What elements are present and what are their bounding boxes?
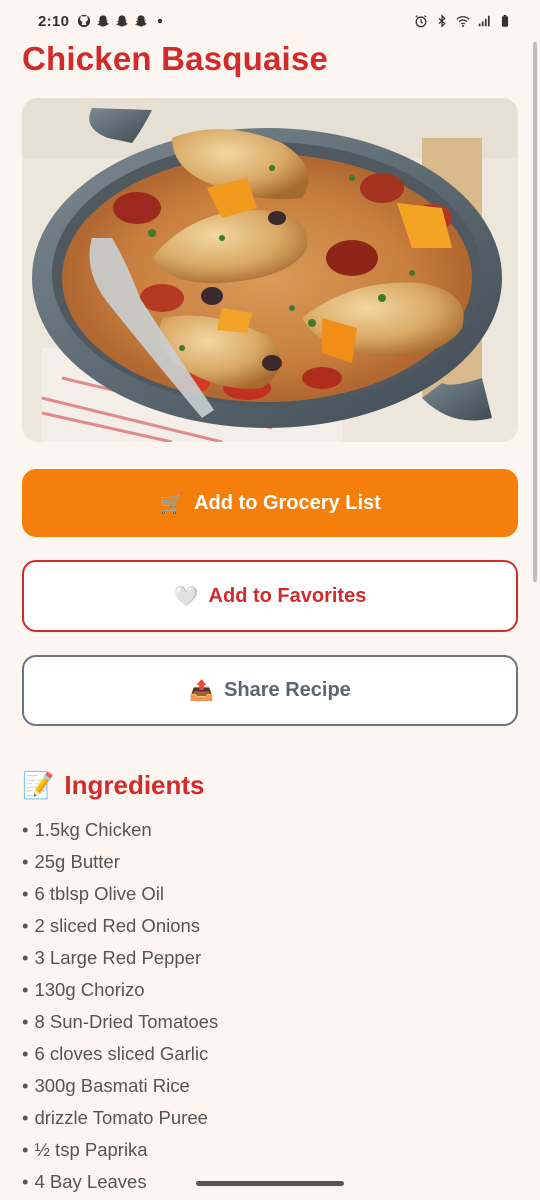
github-icon [77,14,91,28]
bullet-icon: • [22,1075,29,1096]
ingredient-text: 1.5kg Chicken [34,819,152,840]
bullet-icon: • [22,1011,29,1032]
scrollbar[interactable] [533,42,537,582]
ingredient-text: 300g Basmati Rice [34,1075,190,1096]
alarm-icon [414,14,428,28]
bullet-icon: • [22,819,29,840]
ingredient-text: 3 Large Red Pepper [34,947,202,968]
share-icon: 📤 [189,680,215,702]
page-title: Chicken Basquaise [22,40,329,77]
list-item: • drizzle Tomato Puree [22,1102,218,1134]
snapchat-icon [115,14,129,28]
ingredient-text: 130g Chorizo [34,979,145,1000]
battery-icon [498,14,512,28]
status-time: 2:10 [38,12,70,30]
ingredient-text: 25g Butter [34,851,120,872]
share-recipe-button[interactable]: 📤 Share Recipe [22,655,518,726]
ingredients-heading-label: Ingredients [64,770,205,800]
bullet-icon: • [22,883,29,904]
ingredient-text: drizzle Tomato Puree [34,1107,208,1128]
ingredient-text: 2 sliced Red Onions [34,915,201,936]
add-to-grocery-list-button[interactable]: 🛒 Add to Grocery List [22,469,518,537]
dot-icon [153,14,167,28]
list-item: • ½ tsp Paprika [22,1134,218,1166]
ingredients-heading: 📝 Ingredients [22,770,205,801]
bullet-icon: • [22,915,29,936]
list-item: • 300g Basmati Rice [22,1070,218,1102]
ingredient-text: ½ tsp Paprika [34,1139,148,1160]
add-to-grocery-list-label: Add to Grocery List [194,491,381,514]
recipe-screen: 2:10 Chicken Basquaise 🛒 Add to Grocery … [0,0,540,1200]
signal-icon [477,14,491,28]
list-item: • 1.5kg Chicken [22,814,218,846]
bullet-icon: • [22,1107,29,1128]
wifi-icon [456,14,470,28]
bluetooth-icon [435,14,449,28]
ingredient-text: 4 Bay Leaves [34,1171,147,1192]
ingredient-text: 6 cloves sliced Garlic [34,1043,209,1064]
status-bar: 2:10 [0,0,540,42]
list-item: • 6 cloves sliced Garlic [22,1038,218,1070]
bullet-icon: • [22,947,29,968]
list-item: • 6 tblsp Olive Oil [22,878,218,910]
bullet-icon: • [22,1139,29,1160]
list-item: • 130g Chorizo [22,974,218,1006]
bullet-icon: • [22,1171,29,1192]
ingredients-list: • 1.5kg Chicken • 25g Butter • 6 tblsp Oliv… [22,814,218,1198]
heart-icon: 🤍 [173,585,199,608]
status-right [414,14,512,28]
notification-icons [77,14,167,28]
cart-icon: 🛒 [159,492,185,515]
bullet-icon: • [22,979,29,1000]
list-item: • 8 Sun-Dried Tomatoes [22,1006,218,1038]
recipe-image [22,98,518,442]
list-item: • 3 Large Red Pepper [22,942,218,974]
bullet-icon: • [22,851,29,872]
bullet-icon: • [22,1043,29,1064]
status-left: 2:10 [38,13,167,30]
add-to-favorites-label: Add to Favorites [208,584,367,607]
memo-icon: 📝 [22,770,55,800]
ingredient-text: 6 tblsp Olive Oil [34,883,165,904]
list-item: • 2 sliced Red Onions [22,910,218,942]
list-item: • 25g Butter [22,846,218,878]
share-recipe-label: Share Recipe [224,679,351,701]
recipe-photo [22,98,518,442]
snapchat-icon [96,14,110,28]
ingredient-text: 8 Sun-Dried Tomatoes [34,1011,219,1032]
home-indicator[interactable] [196,1181,344,1186]
list-item: • 4 Bay Leaves [22,1166,218,1198]
snapchat-icon [134,14,148,28]
add-to-favorites-button[interactable]: 🤍 Add to Favorites [22,560,518,632]
